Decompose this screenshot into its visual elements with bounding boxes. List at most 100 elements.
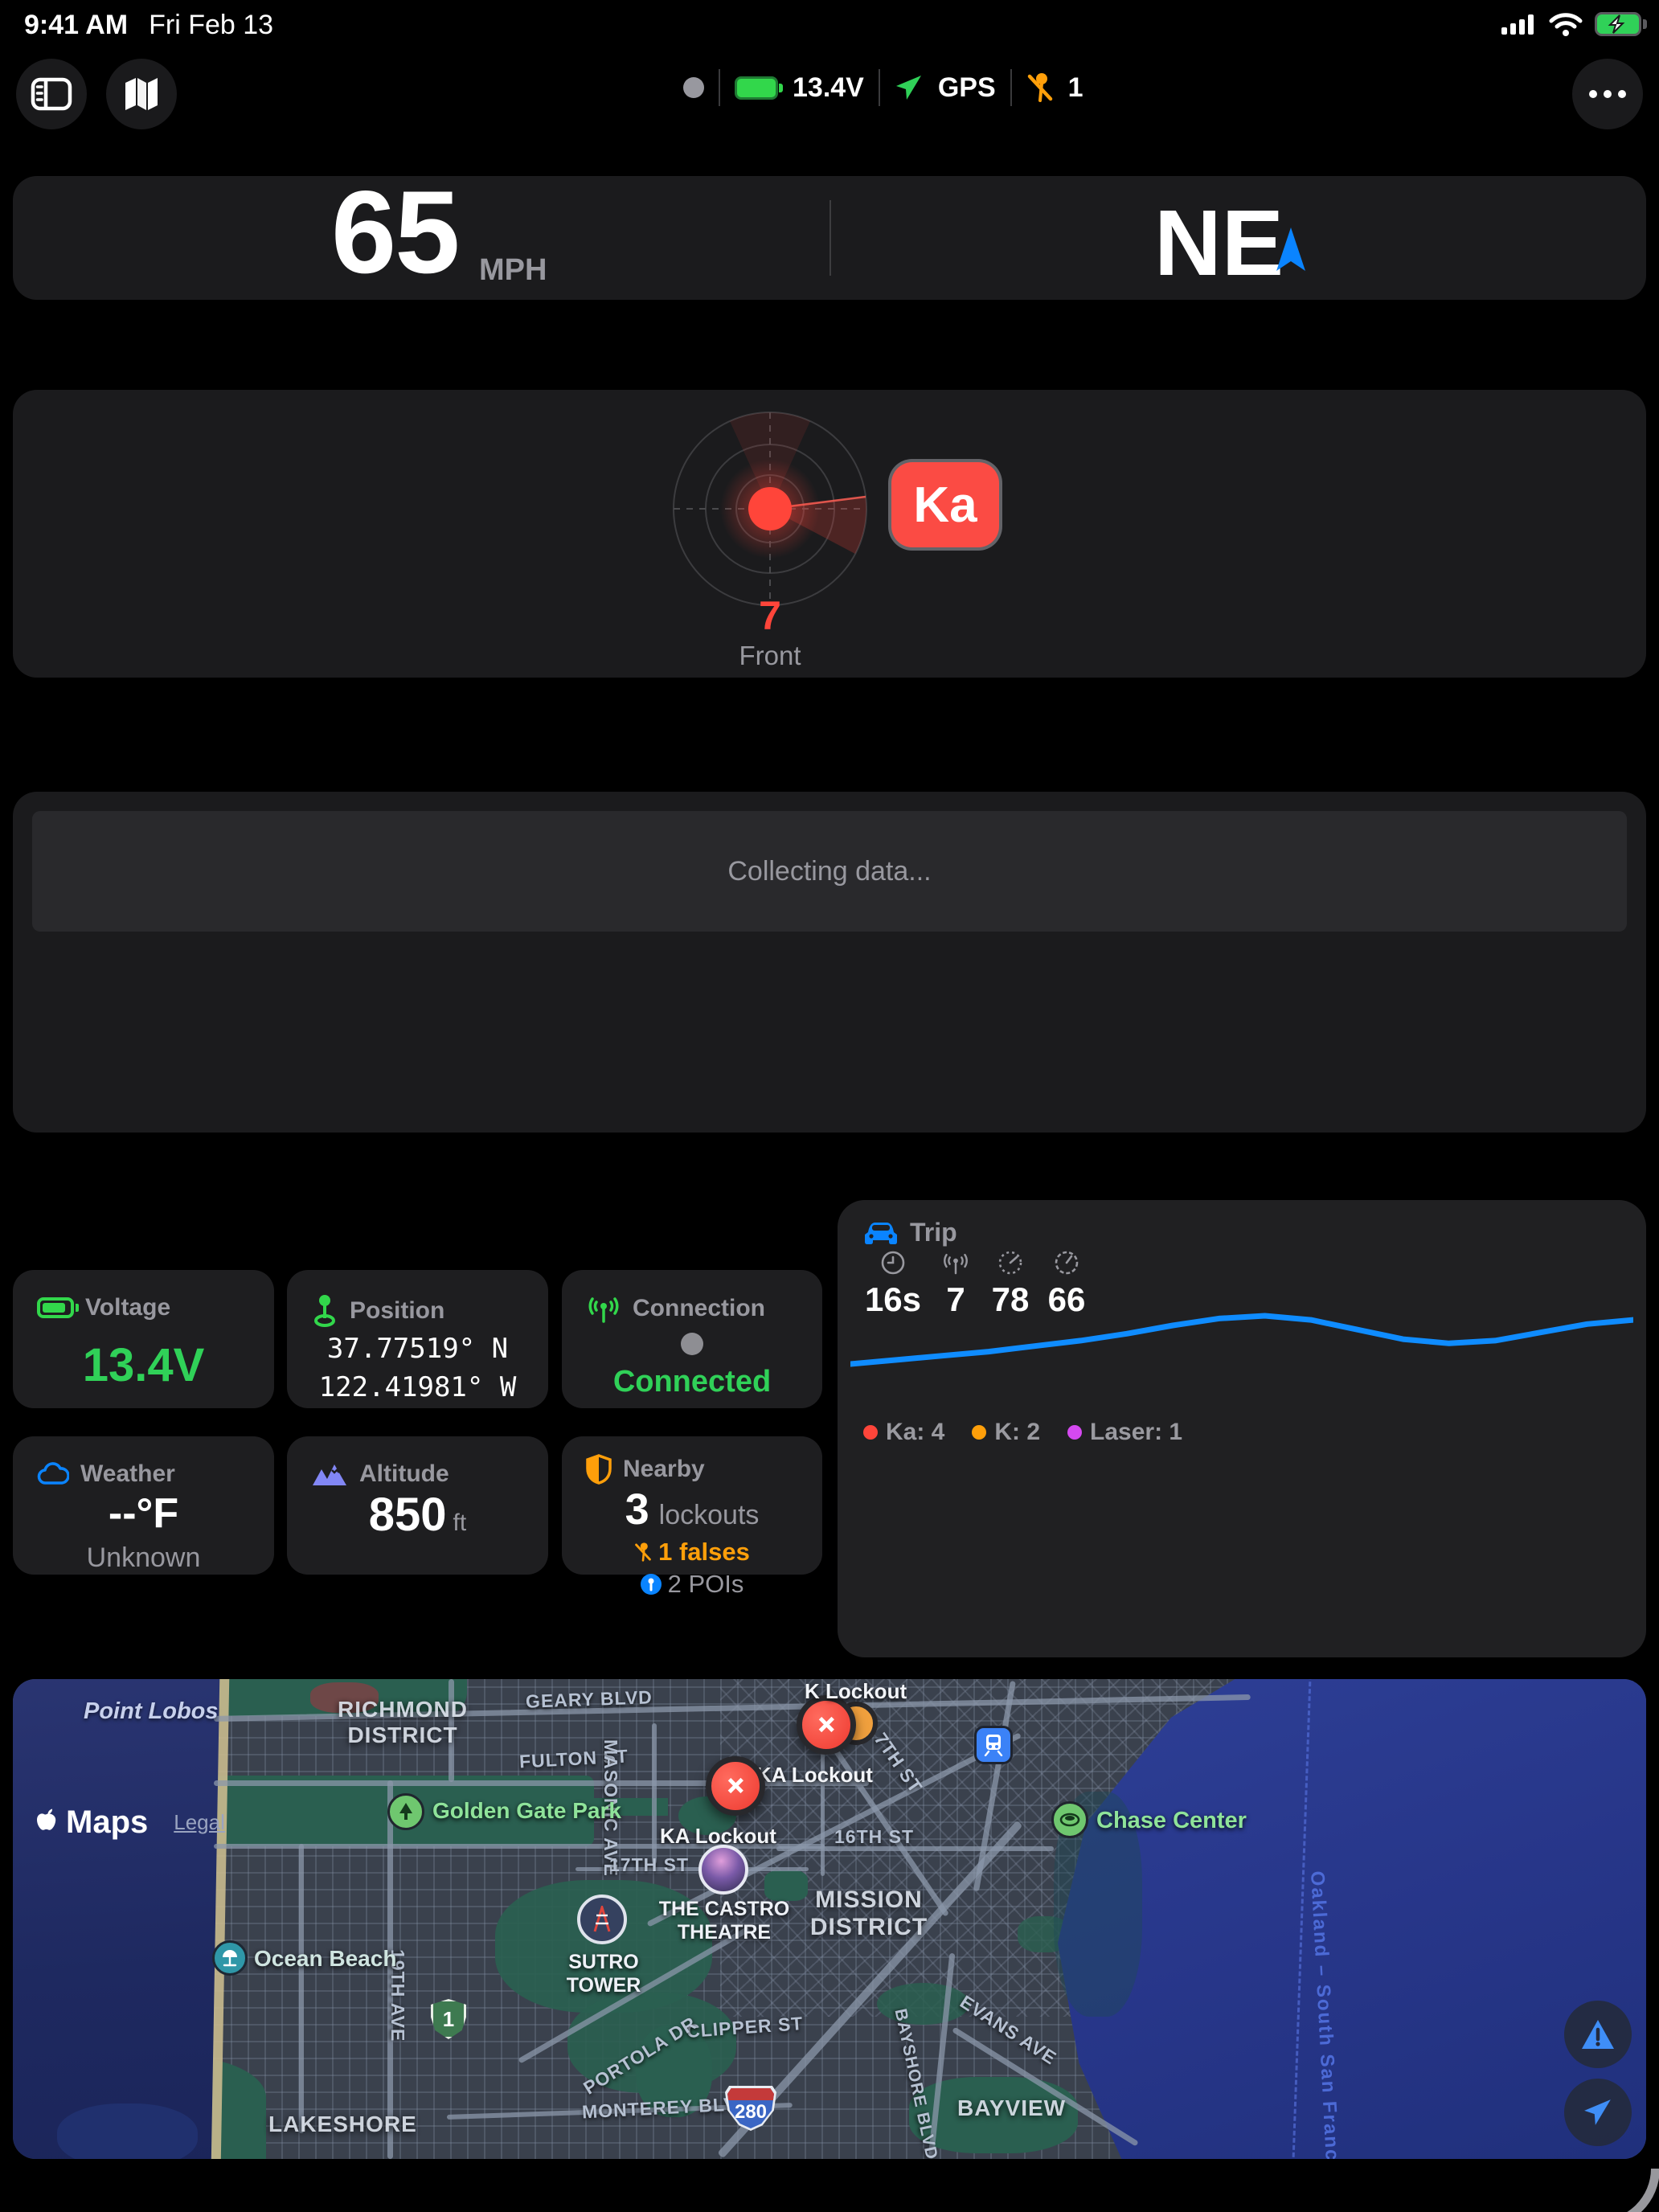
nearby-shield-icon — [586, 1454, 612, 1485]
voltage-battery-icon — [735, 76, 783, 100]
nearby-falses: 1 falses — [658, 1538, 750, 1566]
train-icon — [984, 1735, 1003, 1756]
warning-triangle-icon — [1582, 2020, 1614, 2049]
band-badge: Ka — [891, 462, 999, 547]
apple-logo-icon — [37, 1809, 56, 1830]
map-district-bayview: BAYVIEW — [957, 2095, 1067, 2120]
nearby-tile: Nearby 3 lockouts 1 falses 2 POIs — [562, 1436, 822, 1598]
more-options-button[interactable] — [1572, 59, 1643, 129]
weather-cloud-icon — [37, 1462, 69, 1485]
toolbar-voltage: 13.4V — [793, 72, 864, 103]
legend-label: Ka: 4 — [886, 1419, 945, 1445]
map-lake-merced — [57, 2103, 198, 2159]
map-poi-golden-gate-park-label: Golden Gate Park — [432, 1798, 621, 1823]
position-latitude: 37.77519° N — [326, 1333, 509, 1365]
ellipsis-icon — [1589, 90, 1626, 98]
trip-speed-chart — [850, 1313, 1633, 1367]
map-district-mission: MISSION DISTRICT — [809, 1886, 928, 1940]
wifi-icon — [1549, 13, 1583, 36]
legal-link[interactable]: Legal — [174, 1810, 225, 1835]
toolbar-gps-label: GPS — [937, 72, 996, 103]
altitude-tile: Altitude 850 ft — [287, 1436, 548, 1575]
altitude-value: 850 — [368, 1489, 447, 1541]
nearby-label: Nearby — [623, 1456, 705, 1482]
map-road-16th-st — [776, 1846, 1054, 1851]
map-view-button[interactable] — [106, 59, 177, 129]
x-icon: + — [805, 1703, 848, 1747]
legend-label: Laser: 1 — [1090, 1419, 1183, 1445]
map-street-geary: GEARY BLVD — [525, 1686, 653, 1712]
map-district-richmond: RICHMOND DISTRICT — [338, 1697, 468, 1747]
status-bar-right — [1500, 11, 1647, 37]
position-label: Position — [350, 1297, 445, 1324]
voltage-value: 13.4V — [82, 1338, 205, 1391]
x-icon: + — [714, 1764, 757, 1808]
clock-icon — [881, 1251, 905, 1275]
sidebar-icon — [31, 77, 72, 111]
speedometer-icon — [998, 1251, 1022, 1275]
nearby-pois: 2 POIs — [667, 1570, 744, 1598]
voltage-tile: Voltage 13.4V — [13, 1270, 274, 1408]
map-district-lakeshore: LAKESHORE — [268, 2112, 417, 2136]
antenna-icon — [944, 1253, 968, 1275]
map-poi-castro-label: THE CASTRO THEATRE — [658, 1898, 790, 1944]
divider — [1010, 69, 1012, 106]
speed-unit: MPH — [479, 253, 547, 287]
sutro-tower-poi-icon[interactable] — [577, 1895, 627, 1944]
weather-condition: Unknown — [86, 1542, 201, 1573]
divider — [830, 200, 831, 276]
position-longitude: 122.41981° W — [318, 1371, 517, 1403]
nearby-lockout-label: lockouts — [658, 1500, 760, 1530]
alert-table-message: Collecting data... — [727, 855, 932, 887]
device-status-cluster: 13.4V GPS 1 — [683, 68, 1083, 108]
voltage-icon — [37, 1297, 79, 1318]
radar-signal-strength: 7 — [759, 593, 781, 638]
map-street-17th: 17TH ST — [609, 1854, 690, 1875]
trip-legend: Ka: 4 K: 2 Laser: 1 — [863, 1419, 1182, 1446]
connection-tile: Connection Connected — [562, 1270, 822, 1408]
position-pin-icon — [314, 1295, 335, 1327]
band-badge-label: Ka — [913, 477, 977, 533]
castro-theatre-poi-icon[interactable] — [698, 1845, 748, 1895]
chase-center-poi-icon[interactable] — [1051, 1801, 1088, 1838]
report-hazard-button[interactable] — [1564, 2001, 1632, 2068]
sidebar-toggle-button[interactable] — [16, 59, 87, 129]
weather-tile: Weather --°F Unknown — [13, 1436, 274, 1575]
connection-label: Connection — [633, 1295, 765, 1321]
legend-item-k: K: 2 — [972, 1419, 1040, 1446]
connection-status-dot — [681, 1332, 703, 1355]
speed-panel: 65 MPH NE — [13, 166, 1646, 300]
divider — [719, 69, 720, 106]
map-poi-chase-label: Chase Center — [1096, 1808, 1247, 1833]
maps-brand: Maps — [66, 1804, 149, 1840]
altitude-unit: ft — [453, 1509, 467, 1536]
weather-label: Weather — [80, 1460, 175, 1487]
cellular-signal-icon — [1501, 14, 1534, 35]
falses-pin-icon — [635, 1542, 651, 1562]
map-poi-ocean-beach-label: Ocean Beach — [254, 1946, 397, 1971]
heading-arrow-icon — [1276, 227, 1305, 271]
map[interactable]: Oakland – South San Francisco Ferry RICH… — [13, 1679, 1646, 2159]
golden-gate-park-poi-icon[interactable] — [387, 1793, 424, 1830]
transit-station-icon[interactable] — [974, 1726, 1013, 1764]
k-lockout-marker[interactable]: + — [797, 1695, 856, 1755]
route-1-number: 1 — [442, 2006, 455, 2031]
position-tile: Position 37.77519° N 122.41981° W — [287, 1270, 548, 1408]
device-status-dot — [683, 77, 704, 98]
legend-label: K: 2 — [994, 1419, 1041, 1445]
battery-icon — [1595, 12, 1647, 36]
ka-lockout-label-1: KA Lockout — [756, 1763, 873, 1787]
legend-item-ka: Ka: 4 — [863, 1419, 944, 1446]
map-ocean — [13, 1679, 220, 2159]
map-attribution: Maps Legal — [35, 1804, 225, 1841]
pois-icon — [640, 1574, 662, 1595]
legend-dot-k — [972, 1425, 987, 1440]
ka-lockout-marker[interactable]: + — [706, 1756, 765, 1816]
muted-alert-pin-icon — [1027, 73, 1052, 102]
trip-card: Trip 16s 7 78 66 Ka: 4 K: 2 Laser: 1 — [838, 1200, 1646, 1657]
ocean-beach-poi-icon[interactable] — [212, 1940, 248, 1976]
legend-item-laser: Laser: 1 — [1067, 1419, 1182, 1446]
map-icon — [125, 78, 158, 110]
nearby-lockout-count: 3 — [625, 1485, 649, 1534]
tree-icon — [399, 1803, 412, 1820]
